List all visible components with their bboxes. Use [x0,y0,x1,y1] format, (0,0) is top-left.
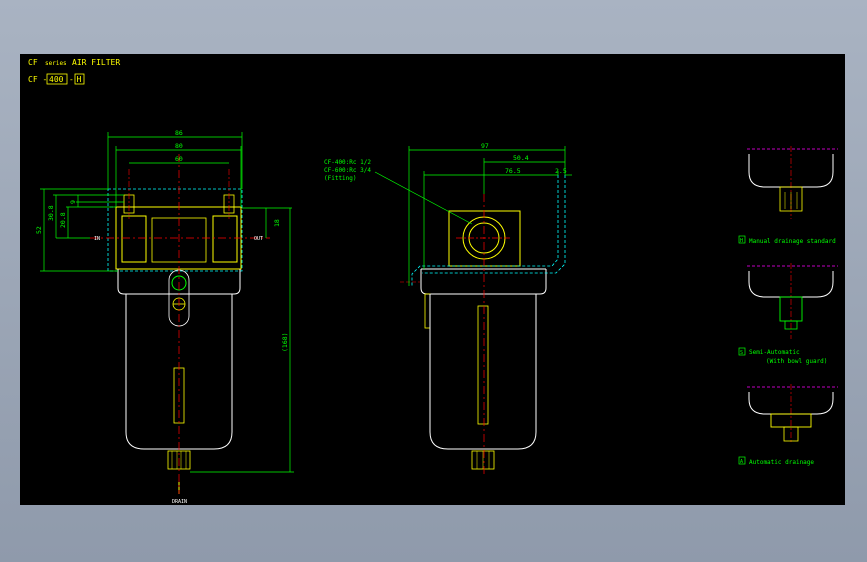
option-text-2: (With bowl guard) [766,358,827,365]
side-window [477,305,489,425]
dim-2-5: 2.5 [555,167,567,175]
hidden-outline [107,188,243,272]
side-bowl [429,294,537,450]
dim-76-5: 76.5 [505,167,521,175]
side-view: 97 50.4 76.5 2.5 CF-400:Rc 1/2 CF-600:Rc… [324,142,572,474]
dim-60: 60 [175,155,183,163]
side-hidden-bracket-2 [422,175,566,274]
label-drain: DRAIN [172,499,187,505]
title-name: AIR FILTER [72,58,120,67]
side-port-block [448,210,521,267]
title-series: series [45,60,67,67]
fitting-label-3: (Fitting) [324,175,357,182]
cad-drawing-area: CF series AIR FILTER CF - 400 - H 86 80 … [20,54,845,505]
dim-52: 52 [35,226,43,234]
option-code: H [740,238,743,244]
dim-18: 18 [273,219,281,227]
model-sep: - [69,75,74,84]
fitting-label-1: CF-400:Rc 1/2 [324,159,371,166]
side-bracket [424,293,431,329]
front-view: 86 80 60 52 30.8 20.8 9 18 (168) IN OUT … [35,129,294,505]
port-right [212,215,238,263]
model-option: H [77,75,82,84]
fitting-label-2: CF-600:Rc 3/4 [324,167,371,174]
dim-30-8: 30.8 [47,205,55,221]
option-auto [738,384,838,465]
model-size: 400 [49,75,64,84]
title-prefix: CF [28,58,38,67]
leader-line [374,171,473,225]
label-out: OUT [254,236,263,242]
option-text: Semi-Automatic [749,349,800,356]
model-prefix: CF - [28,75,47,84]
cad-drawing: CF series AIR FILTER CF - 400 - H 86 80 … [28,58,838,505]
dim-97: 97 [481,142,489,150]
option-manual [738,146,838,244]
option-semi [738,263,838,356]
dim-9: 9 [69,200,77,204]
dim-20-8: 20.8 [59,212,67,228]
dim-80: 80 [175,142,183,150]
port-left [121,215,147,263]
dim-168: (168) [281,332,289,352]
option-text: Automatic drainage [749,459,814,466]
dim-86: 86 [175,129,183,137]
option-code: S [740,350,743,356]
option-text: Manual drainage standard [749,238,836,245]
label-in: IN [94,236,100,242]
option-code: A [740,459,743,465]
dim-50-4: 50.4 [513,154,529,162]
